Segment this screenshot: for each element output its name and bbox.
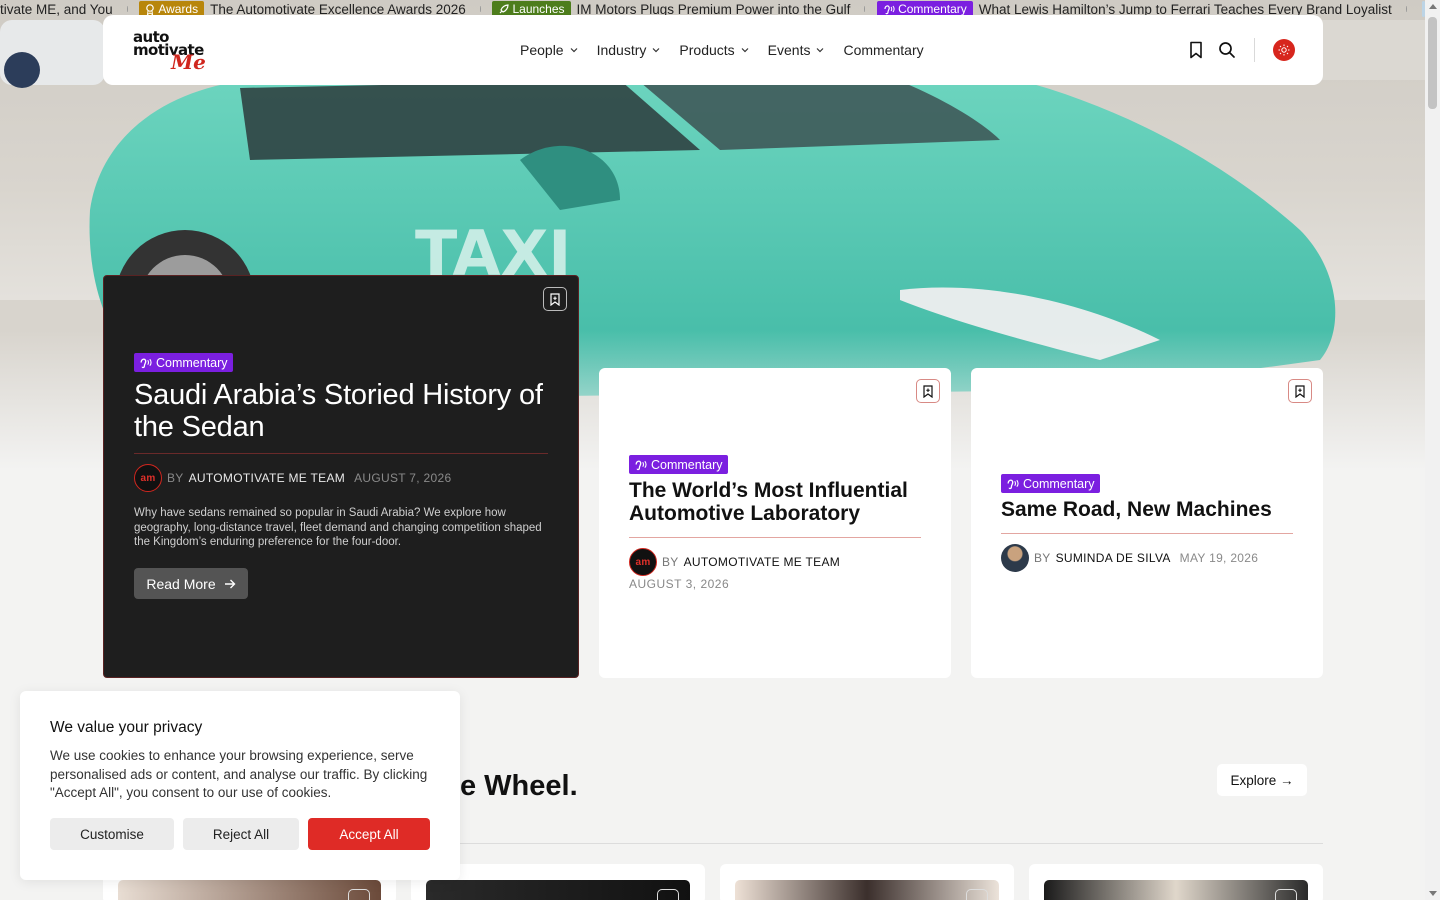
explore-button[interactable]: Explore → (1217, 764, 1307, 796)
featured-article-card[interactable]: Commentary Saudi Arabia’s Storied Histor… (103, 275, 579, 678)
article-card[interactable]: Commentary The World’s Most Influential … (599, 368, 951, 678)
chevron-down-icon (741, 48, 749, 53)
bookmark-button[interactable] (966, 889, 988, 900)
divider (629, 537, 921, 538)
bookmark-add-icon (1295, 384, 1305, 398)
bookmark-button[interactable] (657, 889, 679, 900)
nav-item-events[interactable]: Events (768, 42, 825, 58)
author-avatar: am (134, 464, 162, 492)
category-badge[interactable]: Commentary (629, 455, 728, 474)
publish-date: May 19, 2026 (1179, 551, 1259, 565)
bookmark-button[interactable] (916, 379, 940, 403)
megaphone-icon (884, 4, 895, 14)
scroll-down-arrow[interactable] (1429, 891, 1437, 896)
byline: BY Suminda De Silva May 19, 2026 (1001, 544, 1258, 572)
scrollbar-thumb[interactable] (1428, 17, 1437, 109)
nav-item-industry[interactable]: Industry (597, 42, 661, 58)
author-name[interactable]: Suminda De Silva (1056, 551, 1171, 565)
publish-date: August 7, 2026 (354, 471, 452, 485)
ticker-separator (126, 6, 128, 12)
header-divider (1254, 38, 1255, 62)
byline: am BY Automotivate ME Team August 7, 202… (134, 464, 451, 492)
person-card[interactable] (720, 864, 1014, 900)
nav-item-products[interactable]: Products (679, 42, 749, 58)
reject-all-button[interactable]: Reject All (183, 818, 299, 850)
ticker-separator (1405, 6, 1407, 12)
bookmark-button[interactable] (543, 287, 567, 311)
site-logo[interactable]: auto motivate Me (133, 30, 213, 73)
article-title[interactable]: Saudi Arabia’s Storied History of the Se… (134, 379, 554, 443)
megaphone-icon (635, 460, 647, 470)
category-badge[interactable]: Commentary (134, 353, 233, 372)
person-photo (426, 880, 690, 900)
bookmark-button[interactable] (1288, 379, 1312, 403)
divider (134, 453, 548, 454)
chevron-down-icon (570, 48, 578, 53)
scroll-up-arrow[interactable] (1429, 4, 1437, 9)
chevron-down-icon (652, 48, 660, 53)
search-icon[interactable] (1218, 41, 1236, 59)
person-photo (1044, 880, 1308, 900)
megaphone-icon (1007, 479, 1019, 489)
ticker-separator (479, 6, 481, 12)
arrow-right-icon (224, 579, 236, 588)
divider (1001, 533, 1293, 534)
accept-all-button[interactable]: Accept All (308, 818, 430, 850)
bookmark-add-icon (550, 292, 560, 306)
article-card[interactable]: Commentary Same Road, New Machines BY Su… (971, 368, 1323, 678)
cookie-body: We use cookies to enhance your browsing … (50, 748, 428, 800)
bookmark-button[interactable] (348, 889, 370, 900)
cookie-title: We value your privacy (50, 719, 203, 736)
ticker-item[interactable]: tivate ME, and You (0, 2, 113, 17)
byline: am BY Automotivate ME Team (629, 548, 840, 576)
category-badge[interactable]: Commentary (1001, 474, 1100, 493)
bookmark-icon[interactable] (1188, 41, 1204, 59)
nav-item-commentary[interactable]: Commentary (843, 42, 923, 58)
bookmark-button[interactable] (1275, 889, 1297, 900)
theme-toggle-button[interactable] (1273, 39, 1295, 61)
bookmark-add-icon (923, 384, 933, 398)
page-scrollbar[interactable] (1425, 0, 1440, 900)
main-nav: People Industry Products Events Commenta… (520, 15, 924, 85)
customise-button[interactable]: Customise (50, 818, 174, 850)
person-card[interactable] (1029, 864, 1323, 900)
cookie-consent-dialog: We value your privacy We use cookies to … (20, 691, 460, 880)
author-avatar (1001, 544, 1029, 572)
person-photo (735, 880, 999, 900)
author-name[interactable]: Automotivate ME Team (189, 471, 345, 485)
article-title[interactable]: Same Road, New Machines (1001, 498, 1301, 521)
person-photo (118, 880, 381, 900)
site-header: auto motivate Me People Industry Product… (103, 15, 1323, 85)
rocket-icon (500, 3, 510, 13)
article-excerpt: Why have sedans remained so popular in S… (134, 507, 542, 548)
nav-item-people[interactable]: People (520, 42, 578, 58)
author-name[interactable]: Automotivate ME Team (684, 555, 840, 569)
chevron-down-icon (817, 48, 824, 53)
publish-date: August 3, 2026 (629, 577, 730, 591)
section-divider (460, 843, 1323, 844)
author-avatar: am (629, 548, 657, 576)
header-actions (1188, 15, 1295, 85)
megaphone-icon (140, 358, 152, 368)
sun-icon (1278, 44, 1290, 56)
read-more-button[interactable]: Read More (134, 568, 248, 599)
ticker-separator (864, 6, 866, 12)
award-icon (146, 3, 155, 15)
section-title: e Wheel. (460, 770, 578, 802)
article-title[interactable]: The World’s Most Influential Automotive … (629, 479, 929, 525)
